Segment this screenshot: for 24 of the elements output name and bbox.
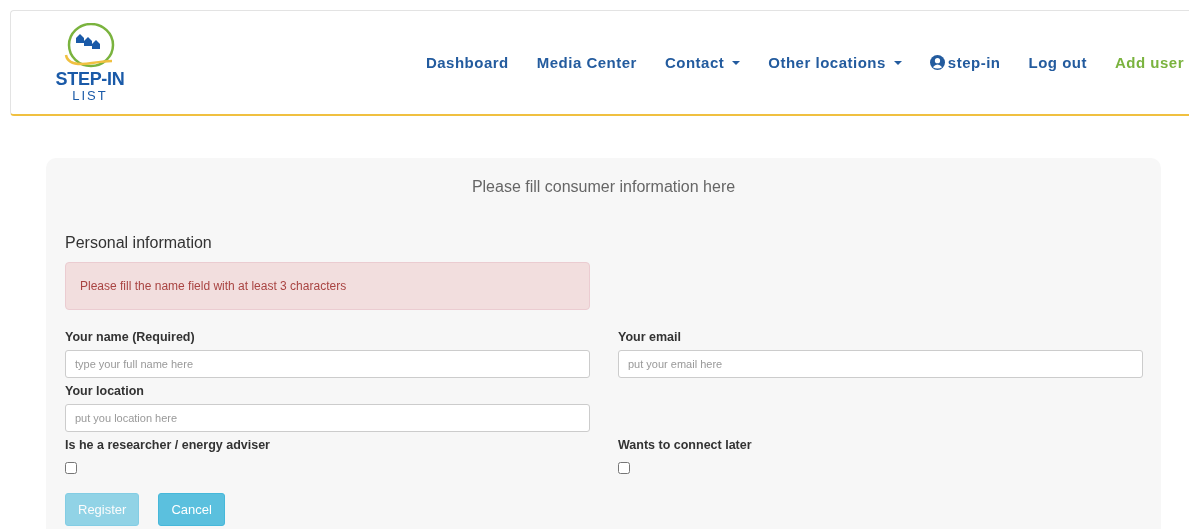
checkbox[interactable] bbox=[65, 462, 77, 474]
input-field[interactable]: put you location here bbox=[65, 404, 590, 432]
input-field[interactable]: type your full name here bbox=[65, 350, 590, 378]
field-label: Your name (Required) bbox=[65, 330, 196, 344]
section-heading: Personal information bbox=[65, 234, 213, 252]
field-label: Your location bbox=[65, 384, 145, 398]
field-label: Is he a researcher / energy adviser bbox=[65, 438, 271, 452]
field-label: Your email bbox=[618, 330, 682, 344]
nav-link[interactable]: Log out bbox=[1014, 44, 1101, 81]
checkbox[interactable] bbox=[618, 462, 630, 474]
nav-link[interactable]: Dashboard bbox=[411, 44, 523, 81]
dropdown-menu-link[interactable]: Contact bbox=[650, 44, 755, 81]
dropdown-menu-link[interactable]: Other locations bbox=[754, 44, 916, 81]
logo-subtitle: LIST bbox=[72, 88, 108, 103]
caret-icon bbox=[732, 60, 741, 65]
logo-title: STEP-IN bbox=[55, 68, 125, 89]
field-label: Wants to connect later bbox=[618, 438, 753, 452]
account-link[interactable]: step-in bbox=[915, 44, 1015, 81]
input-field[interactable]: put your email here bbox=[618, 350, 1143, 378]
caret-icon bbox=[893, 60, 902, 65]
nav-link[interactable]: Media Center bbox=[522, 44, 651, 81]
form-title: Please fill consumer information here bbox=[470, 178, 737, 196]
error-alert: Please fill the name field with at least 3 characters bbox=[65, 262, 590, 310]
user-circle-icon bbox=[929, 55, 945, 70]
